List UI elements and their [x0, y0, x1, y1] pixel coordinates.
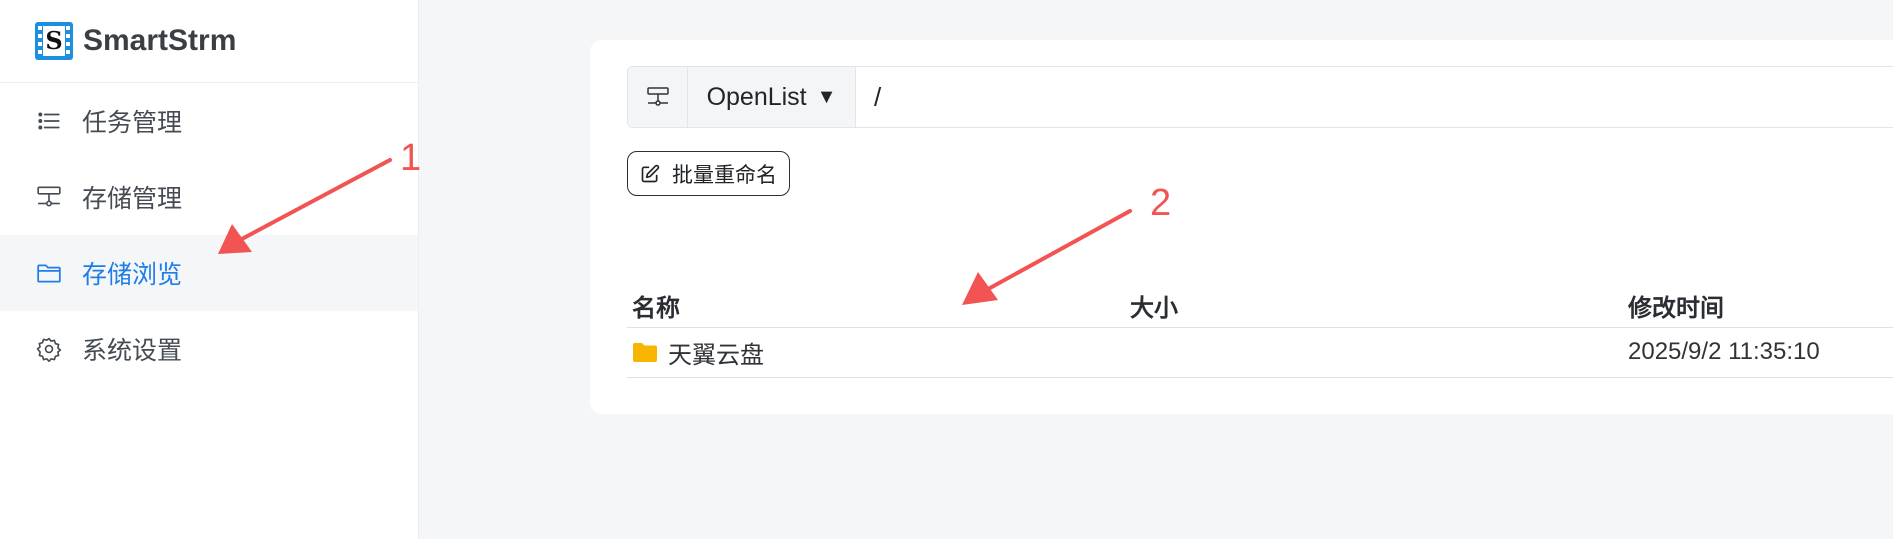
batch-rename-label: 批量重命名: [672, 162, 777, 187]
annotation-label-1: 1: [400, 137, 422, 179]
path-input[interactable]: [856, 67, 1893, 127]
edit-icon: [641, 164, 660, 182]
sidebar-item-label: 任务管理: [82, 108, 183, 137]
sidebar-item-label: 存储浏览: [82, 260, 183, 289]
app-name: SmartStrm: [83, 24, 237, 57]
storage-icon: [36, 184, 62, 210]
batch-rename-button[interactable]: 批量重命名: [627, 151, 790, 196]
sidebar: S SmartStrm 任务管理 存储管理 存储浏览 系统设置: [0, 0, 419, 539]
storage-select-dropdown[interactable]: OpenList ▼: [688, 67, 856, 127]
sidebar-nav: 任务管理 存储管理 存储浏览 系统设置: [0, 83, 418, 387]
table-header-row: 名称 大小 修改时间: [627, 285, 1893, 328]
caret-down-icon: ▼: [816, 85, 837, 108]
storage-select-value: OpenList: [706, 82, 807, 111]
brand[interactable]: S SmartStrm: [0, 0, 418, 83]
file-name: 天翼云盘: [668, 341, 764, 369]
column-header-name[interactable]: 名称: [627, 285, 1125, 328]
annotation-label-2: 2: [1150, 182, 1172, 224]
file-modified-cell: 2025/9/2 11:35:10: [1623, 327, 1893, 378]
path-bar: OpenList ▼: [627, 66, 1893, 128]
file-name-cell[interactable]: 天翼云盘: [627, 327, 1125, 378]
sidebar-item-tasks[interactable]: 任务管理: [0, 83, 418, 159]
gear-icon: [36, 336, 62, 362]
storage-icon: [646, 87, 669, 106]
sidebar-item-settings[interactable]: 系统设置: [0, 311, 418, 387]
app-window: S SmartStrm 任务管理 存储管理 存储浏览 系统设置 OpenList…: [0, 0, 1893, 539]
folder-icon: [36, 260, 62, 286]
column-header-modified[interactable]: 修改时间: [1623, 285, 1893, 328]
storage-browser-card: OpenList ▼ 批量重命名 名称 大小 修改时间: [590, 40, 1893, 414]
app-logo-letter: S: [43, 26, 65, 56]
column-header-size[interactable]: 大小: [1125, 285, 1623, 328]
app-logo-icon: S: [35, 22, 73, 60]
table-row[interactable]: 天翼云盘 2025/9/2 11:35:10: [627, 327, 1893, 378]
list-icon: [36, 108, 62, 134]
sidebar-item-label: 系统设置: [82, 336, 183, 365]
sidebar-item-storage[interactable]: 存储管理: [0, 159, 418, 235]
storage-settings-button[interactable]: [628, 67, 688, 127]
folder-icon: [633, 343, 657, 362]
file-table: 名称 大小 修改时间 天翼云盘 2025/9/2 11:35:10: [627, 285, 1893, 378]
sidebar-item-label: 存储管理: [82, 184, 183, 213]
sidebar-item-browse[interactable]: 存储浏览: [0, 235, 418, 311]
file-size-cell: [1125, 327, 1623, 378]
